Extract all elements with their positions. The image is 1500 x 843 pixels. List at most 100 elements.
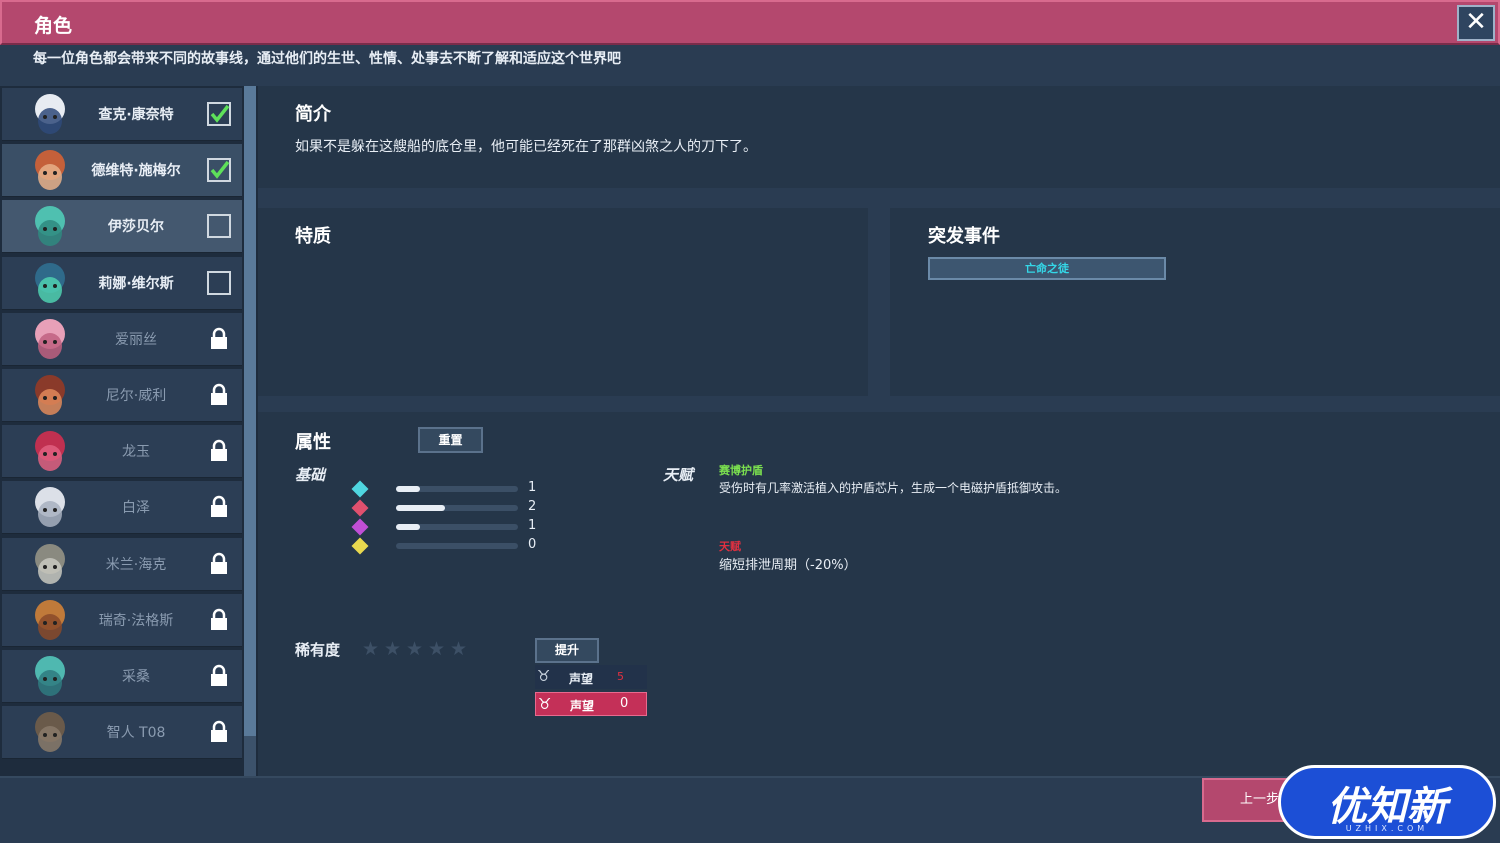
stat-value: 1 (528, 518, 537, 533)
star-icon: ★ (428, 638, 446, 660)
talent-desc: 受伤时有几率激活植入的护盾芯片，生成一个电磁护盾抵御攻击。 (719, 481, 1068, 495)
sparkle-icon (351, 537, 369, 555)
upgrade-button[interactable]: 提升 (535, 638, 599, 663)
character-name: 莉娜·维尔斯 (98, 275, 174, 292)
avatar (35, 431, 65, 472)
stat-bar-fill (396, 505, 445, 511)
lock-icon (211, 552, 227, 574)
scrollbar-thumb[interactable] (244, 86, 256, 736)
character-row[interactable]: 尼尔·威利 (2, 369, 242, 422)
checkbox-icon[interactable] (207, 270, 231, 295)
character-name: 白泽 (122, 500, 150, 517)
character-name: 爱丽丝 (115, 331, 157, 348)
reputation-label: 声望 (569, 672, 594, 686)
title-bar: 角色 (0, 0, 1500, 45)
reputation-value: 0 (620, 696, 629, 711)
intro-heading: 简介 (295, 104, 331, 125)
base-label: 基础 (295, 466, 326, 484)
traits-heading: 特质 (295, 226, 331, 247)
sword-icon (351, 480, 369, 498)
character-row[interactable]: 采桑 (2, 650, 242, 703)
lock-icon (211, 721, 227, 743)
stat-row: 0 (350, 537, 550, 555)
reputation-label: 声望 (570, 699, 595, 713)
checkbox-checked-icon[interactable] (207, 158, 231, 183)
stat-bar (396, 543, 518, 549)
character-name: 尼尔·威利 (105, 388, 167, 404)
lock-icon (211, 383, 227, 405)
avatar (35, 150, 65, 191)
rarity-label: 稀有度 (295, 641, 341, 659)
stat-value: 0 (528, 537, 537, 552)
reputation-row: ♉ 声望 5 (535, 665, 647, 689)
lock-icon (211, 496, 227, 518)
watermark-subtext: UZHIX.COM (1345, 824, 1429, 833)
character-name: 查克·康奈特 (98, 107, 174, 123)
attributes-heading: 属性 (295, 432, 331, 453)
stat-bar-fill (396, 524, 421, 530)
lock-icon (211, 327, 227, 349)
brain-icon (351, 518, 369, 536)
stat-row: 1 (350, 518, 550, 536)
medal-icon: ♉ (538, 695, 552, 713)
avatar (35, 599, 65, 640)
avatar (35, 318, 65, 359)
event-button[interactable]: 亡命之徒 (928, 257, 1166, 280)
stat-value: 1 (528, 480, 537, 495)
character-name: 龙玉 (122, 444, 150, 461)
stat-bar (396, 524, 518, 530)
avatar (35, 656, 65, 696)
close-button[interactable]: ✕ (1457, 5, 1495, 41)
intro-text: 如果不是躲在这艘船的底仓里，他可能已经死在了那群凶煞之人的刀下了。 (295, 139, 757, 155)
star-icon: ★ (362, 638, 380, 660)
window-title: 角色 (34, 15, 73, 37)
lock-icon (211, 440, 227, 462)
reputation-value: 5 (617, 670, 624, 683)
star-icon: ★ (450, 638, 468, 660)
watermark-logo: 优知新 UZHIX.COM (1278, 765, 1496, 839)
avatar (35, 94, 65, 134)
avatar (35, 543, 65, 584)
stat-value: 2 (528, 499, 537, 514)
talent-name: 赛博护盾 (719, 464, 763, 477)
debuff-name: 天赋 (719, 540, 741, 553)
character-name: 米兰·海克 (105, 556, 167, 573)
character-list[interactable]: 查克·康奈特 德维特·施梅尔 伊莎贝尔 莉娜·维尔斯 爱丽丝 尼尔·威利 龙玉 … (0, 86, 258, 776)
window-subtitle: 每一位角色都会带来不同的故事线，通过他们的生世、性情、处事去不断了解和适应这个世… (33, 51, 621, 67)
avatar (35, 487, 65, 528)
fist-icon (351, 499, 369, 517)
traits-panel (258, 208, 868, 396)
events-heading: 突发事件 (928, 226, 1000, 247)
stat-row: 2 (350, 499, 550, 517)
talent-label: 天赋 (663, 466, 694, 484)
reputation-row-active[interactable]: ♉ 声望 0 (535, 692, 647, 716)
attributes-panel (258, 412, 1500, 776)
character-row[interactable]: 智人 T08 (2, 706, 242, 760)
character-row[interactable]: 伊莎贝尔 (2, 200, 242, 254)
stat-bar (396, 486, 518, 492)
stat-bar (396, 505, 518, 511)
medal-icon: ♉ (537, 667, 551, 685)
character-row[interactable]: 米兰·海克 (2, 537, 242, 591)
character-row[interactable]: 白泽 (2, 481, 242, 535)
character-row[interactable]: 龙玉 (2, 425, 242, 479)
stat-row: 1 (350, 480, 550, 498)
checkbox-checked-icon[interactable] (207, 102, 231, 126)
lock-icon (211, 608, 227, 630)
character-row[interactable]: 瑞奇·法格斯 (2, 593, 242, 647)
reset-button[interactable]: 重置 (418, 427, 483, 453)
character-row[interactable]: 莉娜·维尔斯 (2, 256, 242, 310)
character-name: 智人 T08 (106, 725, 166, 742)
character-name: 瑞奇·法格斯 (98, 612, 174, 629)
avatar (35, 262, 65, 303)
character-row[interactable]: 查克·康奈特 (2, 88, 242, 141)
stat-bar-fill (396, 486, 421, 492)
character-name: 伊莎贝尔 (108, 219, 164, 236)
lock-icon (211, 664, 227, 686)
avatar (35, 375, 65, 415)
character-row[interactable]: 爱丽丝 (2, 312, 242, 366)
star-icon: ★ (384, 638, 402, 660)
checkbox-icon[interactable] (207, 214, 231, 239)
character-name: 采桑 (122, 669, 150, 685)
character-row[interactable]: 德维特·施梅尔 (2, 144, 242, 198)
